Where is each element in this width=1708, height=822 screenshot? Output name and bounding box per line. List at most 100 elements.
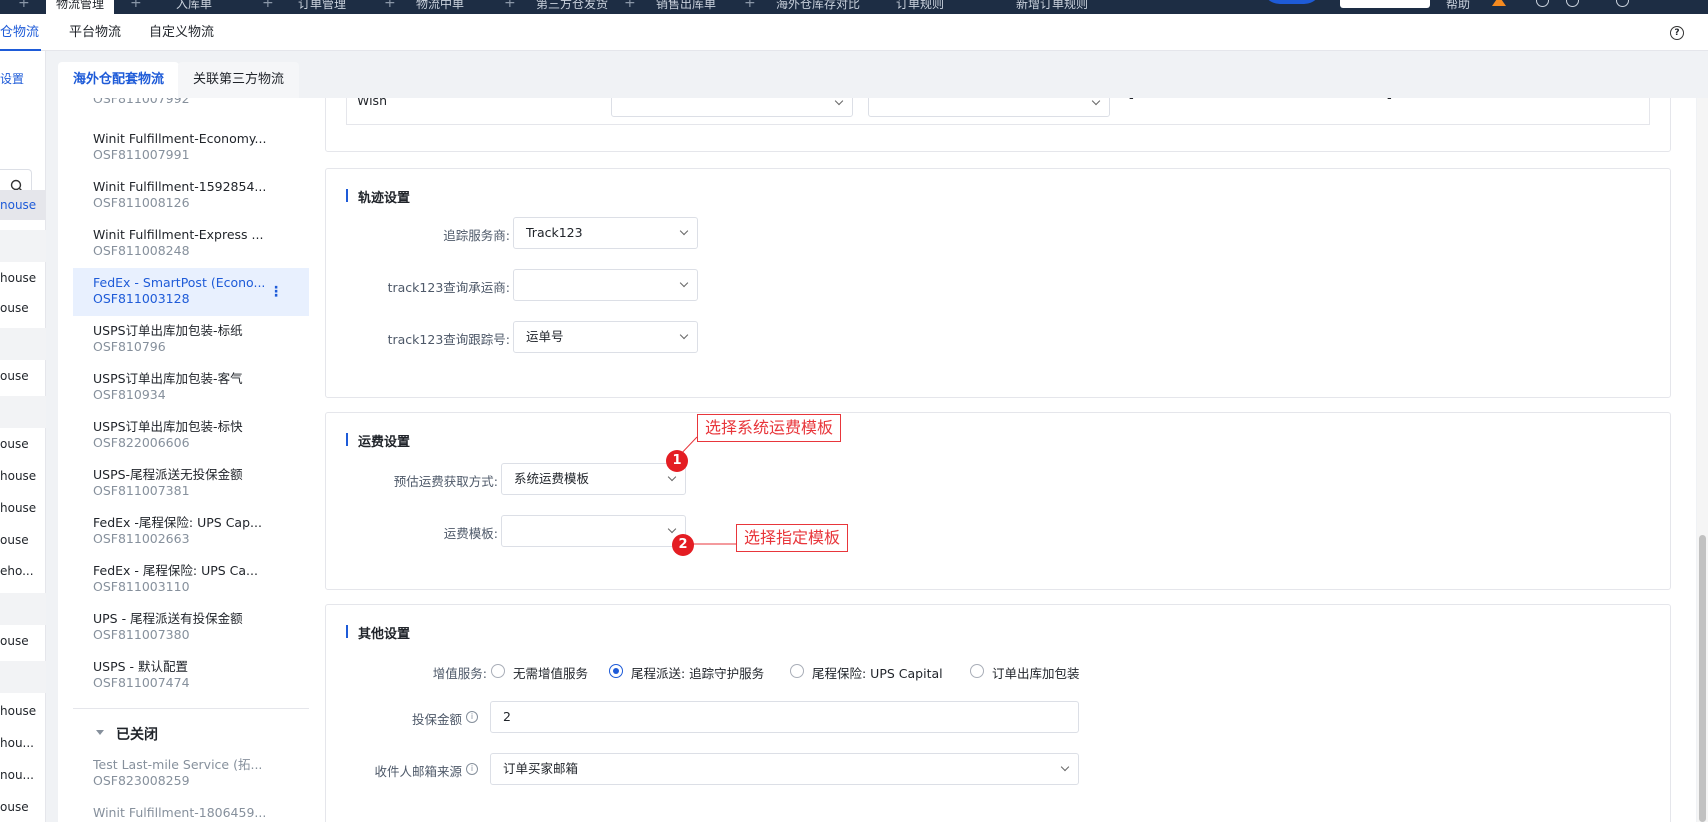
tracking-provider-label: 追踪服务商: [443, 228, 510, 243]
list-item-name: Winit Fulfillment-Express ... [93, 227, 264, 242]
list-item-code: OSF811008126 [93, 195, 190, 210]
platform-service-select[interactable] [868, 98, 1110, 117]
main-scrollbar[interactable] [1697, 98, 1708, 822]
sidebar-item-warehouse[interactable]: ouse [0, 626, 46, 656]
list-item[interactable]: USPS - 默认配置 OSF811007474 [73, 652, 309, 700]
bell-icon[interactable] [1566, 0, 1579, 7]
add-tab-icon[interactable]: + [624, 0, 636, 11]
sidebar-item-warehouse[interactable]: hou... [0, 728, 46, 758]
freight-template-select[interactable] [501, 515, 686, 547]
track123-carrier-select[interactable] [513, 269, 698, 301]
list-item[interactable]: FedEx -尾程保险: UPS Cap... OSF811002663 [73, 508, 309, 556]
radio-tail-tracking[interactable] [609, 664, 623, 678]
sidebar-item-warehouse[interactable]: ouse [0, 792, 46, 822]
top-tab-new-order-rule[interactable]: 新增订单规则 [1016, 0, 1088, 14]
list-item-code: OSF810796 [93, 339, 166, 354]
list-item-name: FedEx - SmartPost (Econo... [93, 275, 266, 290]
platform-mapping-card: Wish - - [325, 98, 1671, 152]
closed-section-title[interactable]: 已关闭 [116, 724, 158, 744]
help-link[interactable]: 帮助 [1446, 0, 1470, 14]
more-options-icon[interactable]: ⋮ [269, 284, 283, 300]
chevron-down-icon [1091, 98, 1101, 106]
radio-no-service[interactable] [491, 664, 505, 678]
info-icon[interactable]: i [466, 711, 478, 723]
store-selector[interactable] [1340, 0, 1430, 8]
settings-icon[interactable] [1536, 0, 1549, 7]
radio-label: 尾程派送: 追踪守护服务 [631, 666, 765, 681]
top-tab-inbound[interactable]: 入库单 [176, 0, 212, 14]
sidebar-item-warehouse[interactable]: ouse [0, 293, 46, 323]
list-item[interactable]: Winit Fulfillment-Express ... OSF8110082… [73, 220, 309, 268]
info-icon[interactable]: i [466, 763, 478, 775]
radio-outbound-packaging[interactable] [970, 664, 984, 678]
radio-tail-insurance[interactable] [790, 664, 804, 678]
sidebar-item-settings[interactable]: 设置 [0, 64, 46, 94]
sidebar-item-warehouse[interactable]: nou... [0, 760, 46, 790]
list-item[interactable]: Winit Fulfillment-Economy... OSF81100799… [73, 124, 309, 172]
list-item-code: OSF811008248 [93, 243, 190, 258]
list-item[interactable]: UPS - 尾程派送有投保金额 OSF811007380 [73, 604, 309, 652]
sidebar-item-warehouse[interactable]: nouse [0, 190, 46, 220]
list-item-name: UPS - 尾程派送有投保金额 [93, 611, 243, 626]
list-item[interactable]: USPS-尾程派送无投保金额 OSF811007381 [73, 460, 309, 508]
scrollbar-thumb[interactable] [1699, 535, 1706, 822]
top-tab-orders[interactable]: 订单管理 [298, 0, 346, 14]
sidebar-item-warehouse[interactable]: house [0, 696, 46, 726]
list-item-code: OSF811003110 [93, 579, 190, 594]
list-item[interactable]: FedEx - 尾程保险: UPS Ca... OSF811003110 [73, 556, 309, 604]
add-tab-icon[interactable]: + [384, 0, 396, 11]
add-tab-icon[interactable]: + [504, 0, 516, 11]
sidebar-item-warehouse[interactable]: house [0, 263, 46, 293]
avatar-icon[interactable] [1616, 0, 1629, 7]
notification-icon[interactable] [1492, 0, 1506, 6]
sidebar-group-divider [0, 230, 46, 262]
list-item[interactable]: USPS订单出库加包装-客气 OSF810934 [73, 364, 309, 412]
annotation-label-2: 选择指定模板 [736, 524, 849, 552]
top-tab-sales-outbound[interactable]: 销售出库单 [656, 0, 716, 14]
list-item[interactable]: Winit Fulfillment-1592854... OSF81100812… [73, 172, 309, 220]
sidebar-item-warehouse[interactable]: eho... [0, 556, 46, 586]
list-item[interactable]: USPS订单出库加包装-标快 OSF822006606 [73, 412, 309, 460]
subtab-custom-logistics[interactable]: 自定义物流 [149, 14, 214, 51]
add-tab-icon[interactable]: + [744, 0, 756, 11]
sidebar-group-divider [0, 396, 46, 428]
tab-overseas-logistics[interactable]: 海外仓配套物流 [58, 62, 180, 98]
annotation-badge-1: 1 [666, 450, 688, 472]
sidebar-item-warehouse[interactable]: ouse [0, 525, 46, 555]
brand-badge [1262, 0, 1322, 4]
help-icon[interactable]: ? [1670, 26, 1684, 40]
tab-third-party-logistics[interactable]: 关联第三方物流 [178, 62, 300, 98]
add-tab-icon[interactable]: + [130, 0, 142, 11]
sidebar-item-warehouse[interactable]: ouse [0, 361, 46, 391]
insured-amount-input[interactable]: 2 [490, 701, 1079, 733]
subtab-platform-logistics[interactable]: 平台物流 [69, 14, 121, 51]
sidebar-item-warehouse[interactable]: ouse [0, 429, 46, 459]
list-item-closed[interactable]: Winit Fulfillment-1806459... [73, 798, 309, 822]
top-tab-third-party[interactable]: 第三方仓发货 [536, 0, 608, 14]
insured-amount-label: 投保金额 [411, 712, 462, 727]
list-item-selected[interactable]: FedEx - SmartPost (Econo... OSF811003128… [73, 268, 309, 316]
freight-method-select[interactable]: 系统运费模板 [501, 463, 686, 495]
track123-number-select[interactable]: 运单号 [513, 321, 698, 353]
list-item-closed[interactable]: Test Last-mile Service (拓... OSF82300825… [73, 750, 309, 798]
top-tab-logistics-orders[interactable]: 物流中单 [416, 0, 464, 14]
sidebar-item-warehouse[interactable]: house [0, 493, 46, 523]
recipient-email-select[interactable]: 订单买家邮箱 [490, 753, 1079, 785]
platform-table-row: Wish - - [346, 98, 1650, 125]
top-tab-inventory-compare[interactable]: 海外仓库存对比 [776, 0, 860, 14]
add-tab-icon[interactable]: + [18, 0, 30, 11]
chevron-down-icon [834, 98, 844, 106]
sidebar-item-warehouse[interactable]: house [0, 461, 46, 491]
logistics-settings-panel: Wish - - 轨迹设置 追踪服务商: Track123 track123查询… [312, 98, 1696, 822]
add-tab-icon[interactable]: + [262, 0, 274, 11]
tracking-provider-select[interactable]: Track123 [513, 217, 698, 249]
top-tab-order-rules[interactable]: 订单规则 [896, 0, 944, 14]
top-tab-logistics[interactable]: 物流管理 [46, 0, 115, 14]
subtab-warehouse-logistics[interactable]: 仓物流 [0, 14, 42, 51]
list-item-name: USPS订单出库加包装-标纸 [93, 323, 243, 338]
list-item[interactable]: USPS订单出库加包装-标纸 OSF810796 [73, 316, 309, 364]
logistics-list: OSF811007992 Winit Fulfillment-Economy..… [58, 98, 312, 822]
list-item-code: OSF811007992 [93, 98, 190, 106]
platform-carrier-select[interactable] [611, 98, 853, 117]
collapse-caret-icon[interactable] [96, 730, 104, 735]
